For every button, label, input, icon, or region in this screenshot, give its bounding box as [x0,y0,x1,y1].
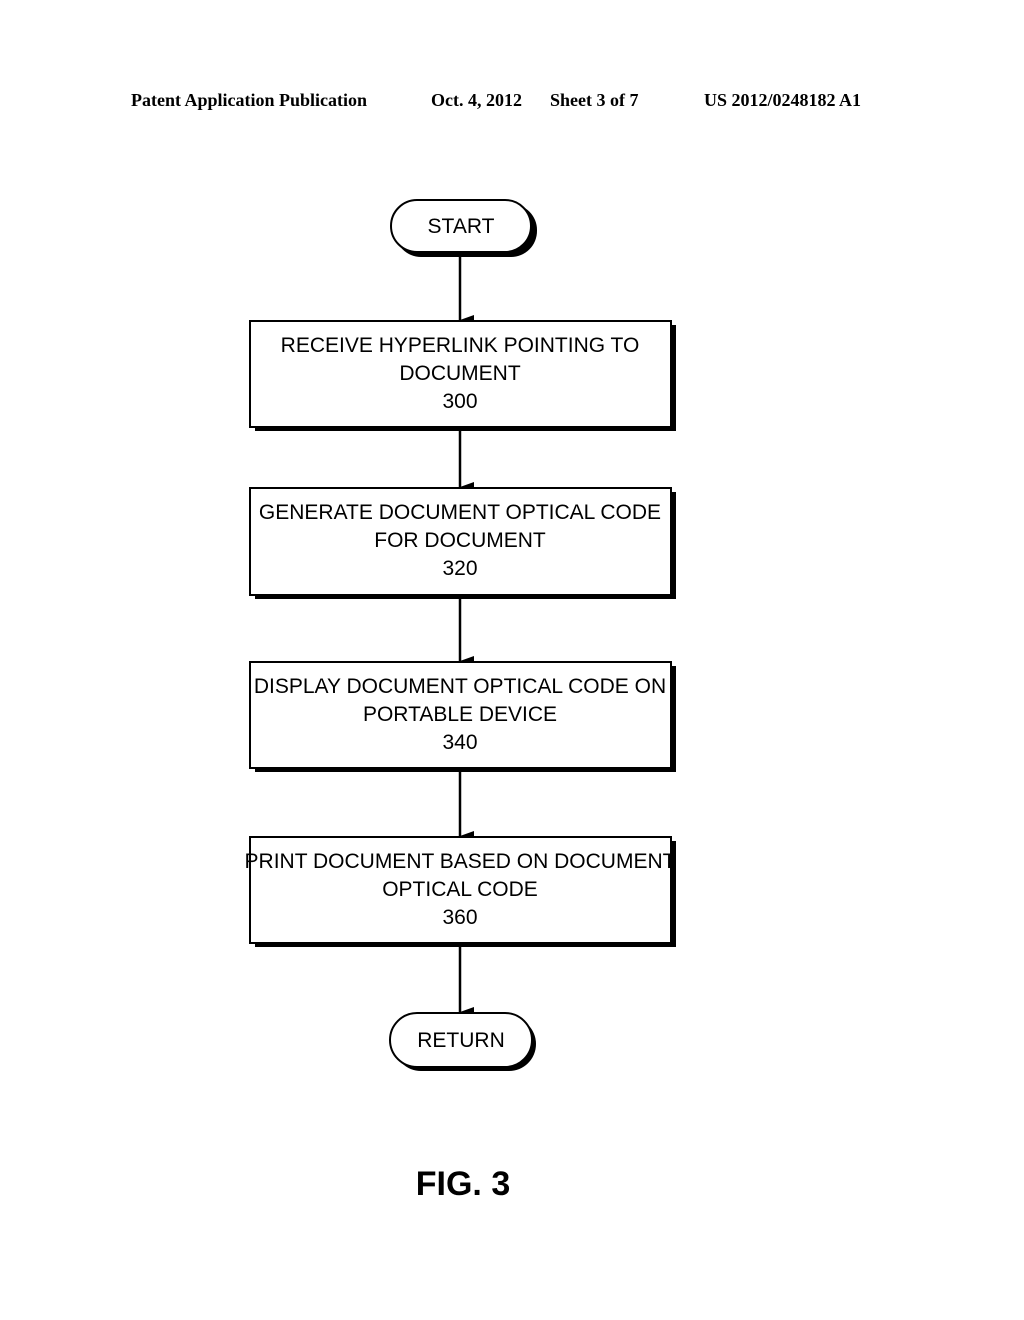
return-terminal: RETURN [389,1012,536,1071]
start-terminal: START [390,199,537,257]
process-step-320: GENERATE DOCUMENT OPTICAL CODE FOR DOCUM… [249,487,676,599]
flowchart: START RECEIVE HYPERLINK POINTING TO DOCU… [245,199,676,1071]
step-ref: 340 [442,731,477,754]
step-ref: 320 [442,557,477,580]
process-step-360: PRINT DOCUMENT BASED ON DOCUMENT OPTICAL… [245,836,676,947]
step-line-2: PORTABLE DEVICE [363,703,557,726]
step-line-1: DISPLAY DOCUMENT OPTICAL CODE ON [254,675,666,698]
return-label: RETURN [417,1029,505,1052]
start-label: START [428,215,495,238]
process-step-300: RECEIVE HYPERLINK POINTING TO DOCUMENT 3… [249,320,676,431]
process-step-340: DISPLAY DOCUMENT OPTICAL CODE ON PORTABL… [249,661,676,772]
figure-label: FIG. 3 [415,1165,511,1203]
step-line-2: FOR DOCUMENT [374,529,546,552]
step-ref: 360 [442,906,477,929]
step-line-1: GENERATE DOCUMENT OPTICAL CODE [259,501,661,524]
step-line-2: DOCUMENT [399,362,520,385]
step-ref: 300 [442,390,477,413]
step-line-1: RECEIVE HYPERLINK POINTING TO [281,334,640,357]
step-line-1: PRINT DOCUMENT BASED ON DOCUMENT [245,850,676,873]
step-line-2: OPTICAL CODE [382,878,538,901]
